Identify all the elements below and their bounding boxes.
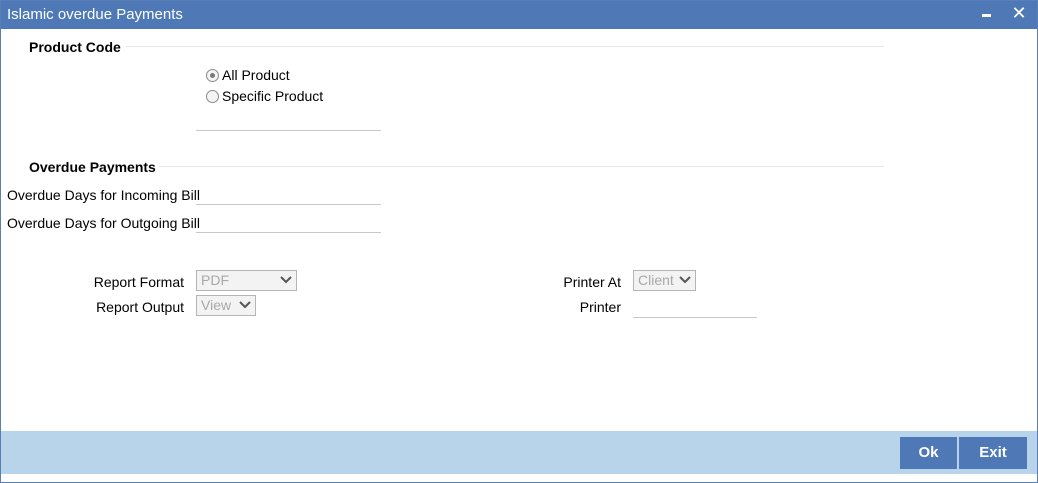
dialog-window: Islamic overdue Payments ✕ Product Code … (0, 0, 1038, 483)
printer-label: Printer (579, 299, 621, 315)
report-format-label: Report Format (93, 274, 184, 290)
incoming-days-input[interactable] (196, 183, 381, 205)
printer-at-label: Printer At (563, 274, 621, 290)
footer-bar: Ok Exit (1, 431, 1037, 474)
radio-specific-product[interactable]: Specific Product (206, 88, 323, 104)
product-code-input[interactable] (196, 109, 381, 131)
close-icon[interactable]: ✕ (1009, 2, 1029, 24)
minimize-icon[interactable] (976, 2, 996, 24)
product-code-divider (126, 46, 884, 47)
outgoing-days-input[interactable] (196, 211, 381, 233)
radio-label: All Product (222, 67, 290, 83)
chevron-down-icon (280, 276, 292, 284)
chevron-down-icon (239, 301, 251, 309)
radio-label: Specific Product (222, 88, 324, 104)
printer-input[interactable] (633, 296, 757, 318)
overdue-payments-divider (159, 166, 884, 167)
exit-button[interactable]: Exit (959, 437, 1027, 469)
ok-button[interactable]: Ok (900, 437, 957, 469)
printer-at-value: Client (638, 272, 674, 288)
outgoing-days-label: Overdue Days for Outgoing Bill (7, 215, 200, 231)
radio-button[interactable] (206, 89, 219, 103)
product-code-heading: Product Code (29, 39, 121, 55)
incoming-days-label: Overdue Days for Incoming Bill (7, 187, 200, 203)
window-title: Islamic overdue Payments (7, 6, 183, 23)
report-output-label: Report Output (96, 299, 184, 315)
report-format-select[interactable]: PDF (196, 270, 297, 291)
chevron-down-icon (679, 276, 691, 284)
report-output-select[interactable]: View (196, 295, 256, 316)
overdue-payments-heading: Overdue Payments (29, 159, 156, 175)
radio-button[interactable] (206, 68, 219, 82)
title-bar: Islamic overdue Payments ✕ (1, 1, 1037, 29)
printer-at-select[interactable]: Client (633, 270, 696, 291)
report-output-value: View (201, 297, 232, 313)
report-format-value: PDF (201, 272, 229, 288)
radio-all-product[interactable]: All Product (206, 67, 290, 83)
